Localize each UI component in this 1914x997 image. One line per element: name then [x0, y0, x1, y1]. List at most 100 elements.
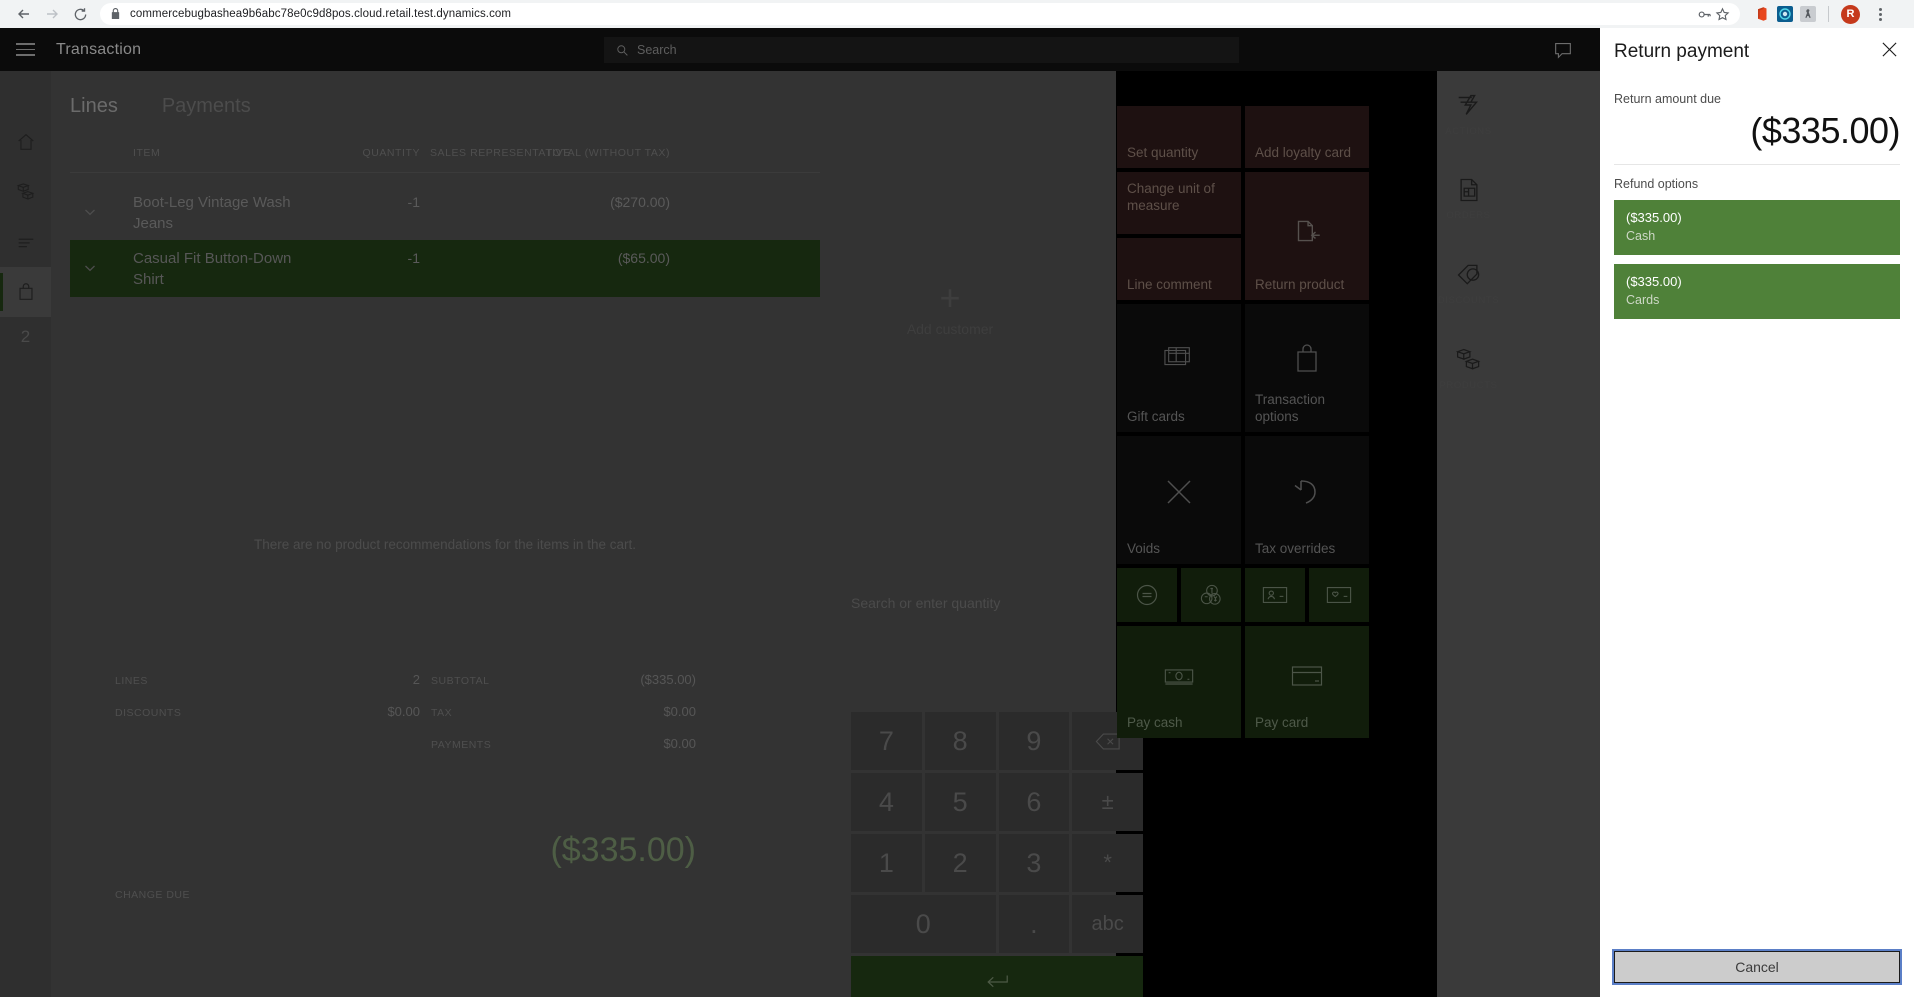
tile-change-unit-of-measure[interactable]: Change unit of measure: [1117, 172, 1241, 234]
rail-label: DISCOUNTS: [1437, 295, 1500, 306]
rail-item-actions[interactable]: ACTIONS: [1437, 71, 1500, 156]
refund-option-amount: ($335.00): [1626, 210, 1682, 225]
cart-count: 2: [20, 327, 31, 346]
key-plus-minus[interactable]: ±: [1072, 773, 1143, 831]
rail-item-products[interactable]: PRODUCTS: [1437, 326, 1500, 411]
address-bar[interactable]: commercebugbashea9b6abc78e0c9d8pos.cloud…: [100, 3, 1740, 25]
cart-icon: [15, 281, 37, 303]
rail-item-discounts[interactable]: DISCOUNTS: [1437, 241, 1500, 326]
keypad-hint: Search or enter quantity: [851, 595, 1001, 611]
key-8[interactable]: 8: [924, 712, 996, 770]
sidebar-item-products[interactable]: [0, 167, 51, 217]
tab-payments[interactable]: Payments: [162, 95, 251, 118]
tile-customer-card[interactable]: [1245, 568, 1305, 622]
lines-value: 2: [412, 672, 420, 687]
key-asterisk[interactable]: *: [1072, 834, 1143, 892]
tax-value: $0.00: [663, 704, 696, 719]
refund-option-amount: ($335.00): [1626, 274, 1682, 289]
tile-add-loyalty-card[interactable]: Add loyalty card: [1245, 106, 1369, 168]
chevron-down-icon[interactable]: [82, 260, 98, 276]
sidebar-item-home[interactable]: [0, 117, 51, 167]
tile-loyalty-card[interactable]: [1309, 568, 1369, 622]
loyalty-card-icon: [1326, 585, 1352, 605]
cancel-button[interactable]: Cancel: [1612, 949, 1902, 985]
search-input[interactable]: Search: [604, 37, 1239, 63]
rail-label: PRODUCTS: [1439, 380, 1498, 391]
key-0[interactable]: 0: [851, 895, 996, 953]
office-icon[interactable]: [1754, 6, 1770, 22]
action-tiles: Set quantity Add loyalty card Change uni…: [1117, 106, 1437, 742]
star-icon[interactable]: [1714, 6, 1730, 22]
panel-footer: Cancel: [1600, 949, 1914, 985]
browser-menu-icon[interactable]: [1873, 7, 1887, 21]
line-item-name: Casual Fit Button-Down Shirt: [133, 250, 292, 288]
change-due-label: CHANGE DUE: [115, 889, 191, 901]
refund-option-cash[interactable]: ($335.00) Cash: [1614, 200, 1900, 255]
browser-toolbar: commercebugbashea9b6abc78e0c9d8pos.cloud…: [0, 0, 1914, 28]
key-3[interactable]: 3: [998, 834, 1070, 892]
tile-label: Add loyalty card: [1255, 145, 1352, 160]
tile-line-comment[interactable]: Line comment: [1117, 238, 1241, 300]
subtotal-value: ($335.00): [640, 672, 696, 687]
tile-pay-card[interactable]: Pay card: [1245, 626, 1369, 738]
key-6[interactable]: 6: [998, 773, 1070, 831]
tile-tax-overrides[interactable]: Tax overrides: [1245, 436, 1369, 564]
discounts-icon: [1455, 261, 1483, 289]
products-icon: [1455, 346, 1483, 374]
refund-option-cards[interactable]: ($335.00) Cards: [1614, 264, 1900, 319]
credit-card-icon: [1291, 665, 1323, 687]
tile-return-product[interactable]: Return product: [1245, 172, 1369, 300]
change-due-row: CHANGE DUE ($335.00): [70, 831, 820, 921]
app-icon[interactable]: [1777, 6, 1793, 22]
enter-icon[interactable]: [851, 956, 1143, 997]
key-2[interactable]: 2: [924, 834, 996, 892]
table-row[interactable]: Casual Fit Button-Down Shirt -1 ($65.00): [70, 240, 820, 297]
line-item-total: ($270.00): [610, 194, 670, 210]
back-arrow-icon[interactable]: [10, 0, 38, 28]
menu-icon[interactable]: [0, 28, 50, 71]
line-item-quantity: -1: [407, 250, 420, 266]
tile-set-quantity[interactable]: Set quantity: [1117, 106, 1241, 168]
key-5[interactable]: 5: [924, 773, 996, 831]
forward-arrow-icon: [38, 0, 66, 28]
sidebar-item-cart[interactable]: [0, 267, 51, 317]
tile-currency[interactable]: [1181, 568, 1241, 622]
key-7[interactable]: 7: [851, 712, 922, 770]
key-decimal[interactable]: .: [998, 895, 1070, 953]
chat-icon[interactable]: [1552, 39, 1574, 61]
tile-label: Set quantity: [1127, 145, 1199, 160]
no-sale-icon: [1135, 583, 1159, 607]
tile-label: Gift cards: [1127, 409, 1185, 424]
rail-item-orders[interactable]: ORDERS: [1437, 156, 1500, 241]
key-icon[interactable]: [1696, 6, 1712, 22]
tile-transaction-options[interactable]: Transaction options: [1245, 304, 1369, 432]
reload-icon[interactable]: [66, 0, 94, 28]
lock-icon: [110, 8, 122, 20]
return-payment-panel: Return payment Return amount due ($335.0…: [1600, 28, 1914, 997]
home-icon: [15, 131, 37, 153]
return-product-icon: [1290, 214, 1324, 248]
chevron-down-icon[interactable]: [82, 204, 98, 220]
tile-pay-cash[interactable]: Pay cash: [1117, 626, 1241, 738]
extension-icon[interactable]: [1800, 6, 1816, 22]
browser-extensions: R: [1748, 4, 1887, 24]
avatar[interactable]: R: [1841, 4, 1860, 24]
sidebar-item-list[interactable]: [0, 217, 51, 267]
key-9[interactable]: 9: [998, 712, 1070, 770]
table-row[interactable]: Boot-Leg Vintage Wash Jeans -1 ($270.00): [70, 184, 820, 241]
gift-card-icon: [1164, 345, 1194, 371]
tab-lines[interactable]: Lines: [70, 95, 118, 118]
transaction-main: Lines Payments ITEM QUANTITY SALES REPRE…: [51, 71, 1143, 997]
tile-gift-cards[interactable]: Gift cards: [1117, 304, 1241, 432]
key-1[interactable]: 1: [851, 834, 922, 892]
key-4[interactable]: 4: [851, 773, 922, 831]
tile-no-sale[interactable]: [1117, 568, 1177, 622]
payments-value: $0.00: [663, 736, 696, 751]
tile-voids[interactable]: Voids: [1117, 436, 1241, 564]
undo-icon: [1291, 476, 1323, 508]
panel-header: Return payment: [1600, 28, 1914, 76]
lines-label: LINES: [115, 675, 148, 687]
line-item-quantity: -1: [407, 194, 420, 210]
key-abc[interactable]: abc: [1072, 895, 1143, 953]
close-icon[interactable]: [1874, 34, 1904, 64]
